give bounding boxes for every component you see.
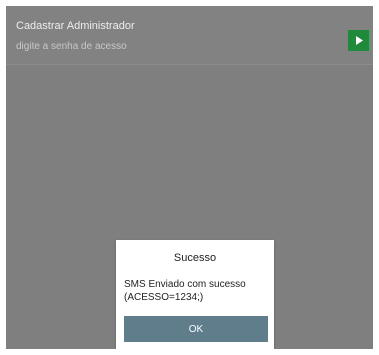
play-icon [356, 36, 363, 45]
dialog-message-line: SMS Enviado com sucesso [124, 279, 246, 290]
success-dialog: Sucesso SMS Enviado com sucesso (ACESSO=… [116, 240, 274, 349]
ok-button[interactable]: OK [124, 316, 268, 342]
page-title: Cadastrar Administrador [16, 20, 135, 32]
password-input[interactable] [16, 38, 316, 54]
app-screen: Cadastrar Administrador Sucesso SMS Envi… [6, 6, 373, 349]
dialog-message: SMS Enviado com sucesso (ACESSO=1234;) [124, 278, 269, 304]
admin-register-header: Cadastrar Administrador [6, 6, 373, 65]
dialog-message-line: (ACESSO=1234;) [124, 292, 204, 303]
dialog-title: Sucesso [173, 252, 217, 264]
submit-button[interactable] [348, 30, 369, 51]
